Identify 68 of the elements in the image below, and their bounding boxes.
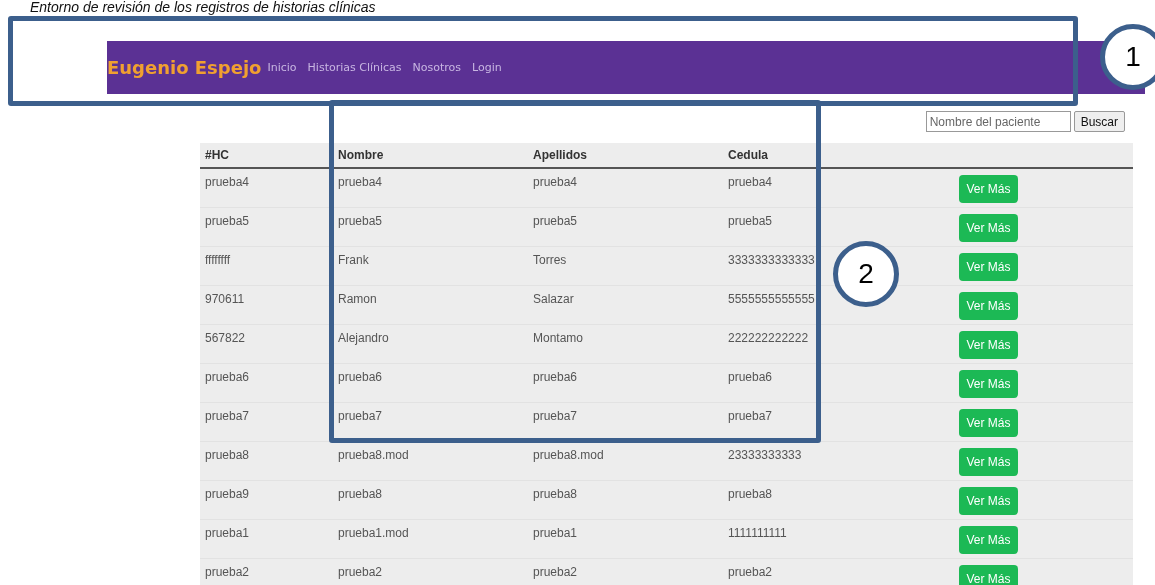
table-cell-text: 970611 <box>204 291 246 306</box>
table-cell-text: prueba8.mod <box>337 447 410 462</box>
table-cell-text: prueba8 <box>532 486 579 501</box>
table-cell-text: prueba5 <box>532 213 579 228</box>
column-header: Apellidos <box>532 147 588 162</box>
view-more-button[interactable]: Ver Más <box>959 253 1018 281</box>
table-cell-text: prueba8 <box>727 486 774 501</box>
table-cell-text: prueba7 <box>337 408 384 423</box>
table-cell-text: prueba2 <box>337 564 384 579</box>
view-more-button[interactable]: Ver Más <box>959 409 1018 437</box>
table-cell-text: prueba7 <box>727 408 774 423</box>
view-more-button[interactable]: Ver Más <box>959 370 1018 398</box>
view-more-button[interactable]: Ver Más <box>959 565 1018 585</box>
table-cell-text: 23333333333 <box>727 447 803 462</box>
table-cell-text: Alejandro <box>337 330 390 345</box>
table-cell-text: Ramon <box>337 291 378 306</box>
table-cell-text: prueba1 <box>204 525 251 540</box>
table-cell-text: prueba2 <box>204 564 251 579</box>
table-cell-text: 567822 <box>204 330 247 345</box>
nav-link[interactable]: Inicio <box>267 61 297 74</box>
view-more-button[interactable]: Ver Más <box>959 331 1018 359</box>
table-cell-text: 3333333333333 <box>727 252 816 267</box>
table-cell-text: prueba8 <box>204 447 251 462</box>
table-cell-text: Frank <box>337 252 370 267</box>
table-cell-text: prueba1 <box>532 525 579 540</box>
table-cell-text: prueba4 <box>532 174 579 189</box>
table-cell-text: prueba5 <box>727 213 774 228</box>
table-cell-text: Salazar <box>532 291 575 306</box>
table-cell-text: prueba4 <box>337 174 384 189</box>
table-cell-text: prueba4 <box>204 174 251 189</box>
table-cell-text: prueba4 <box>727 174 774 189</box>
column-header: Cedula <box>727 147 769 162</box>
table-cell-text: 5555555555555 <box>727 291 816 306</box>
search-field[interactable]: Nombre del paciente <box>925 111 1071 132</box>
table-cell-text: prueba5 <box>204 213 251 228</box>
table-cell-text: prueba2 <box>532 564 579 579</box>
view-more-button[interactable]: Ver Más <box>959 526 1018 554</box>
table-cell-text: Montamo <box>532 330 585 345</box>
table-cell-text: prueba1.mod <box>337 525 410 540</box>
figure-caption: Entorno de revisión de los registros de historias clínicas <box>30 0 377 14</box>
table-cell-text: Torres <box>532 252 568 267</box>
table-cell-text: prueba6 <box>204 369 251 384</box>
search-button[interactable]: Buscar <box>1073 111 1125 132</box>
table-cell-text: prueba7 <box>532 408 579 423</box>
column-header: #HC <box>204 147 230 162</box>
table-cell-text: prueba5 <box>337 213 384 228</box>
callout-number: 1 <box>1100 24 1155 90</box>
nav-link[interactable]: Login <box>472 61 502 74</box>
table-cell-text: prueba9 <box>204 486 251 501</box>
brand-logo[interactable]: Eugenio Espejo <box>107 57 262 78</box>
view-more-button[interactable]: Ver Más <box>959 214 1018 242</box>
table-cell-text: 222222222222 <box>727 330 810 345</box>
table-cell-text: prueba7 <box>204 408 251 423</box>
column-header: Nombre <box>337 147 385 162</box>
table-cell-text: prueba6 <box>532 369 579 384</box>
view-more-button[interactable]: Ver Más <box>959 292 1018 320</box>
view-more-button[interactable]: Ver Más <box>959 448 1018 476</box>
table-cell-text: prueba8.mod <box>532 447 605 462</box>
table-cell-text: prueba8 <box>337 486 384 501</box>
view-more-button[interactable]: Ver Más <box>959 175 1018 203</box>
table-cell-text: prueba6 <box>727 369 774 384</box>
table-cell-text: 1111111111 <box>727 525 788 540</box>
table-cell-text: prueba6 <box>337 369 384 384</box>
nav-link[interactable]: Historias Clínicas <box>307 61 402 74</box>
table-cell-text: prueba2 <box>727 564 774 579</box>
table-cell-text: ffffffff <box>204 252 232 267</box>
nav-link[interactable]: Nosotros <box>412 61 462 74</box>
view-more-button[interactable]: Ver Más <box>959 487 1018 515</box>
